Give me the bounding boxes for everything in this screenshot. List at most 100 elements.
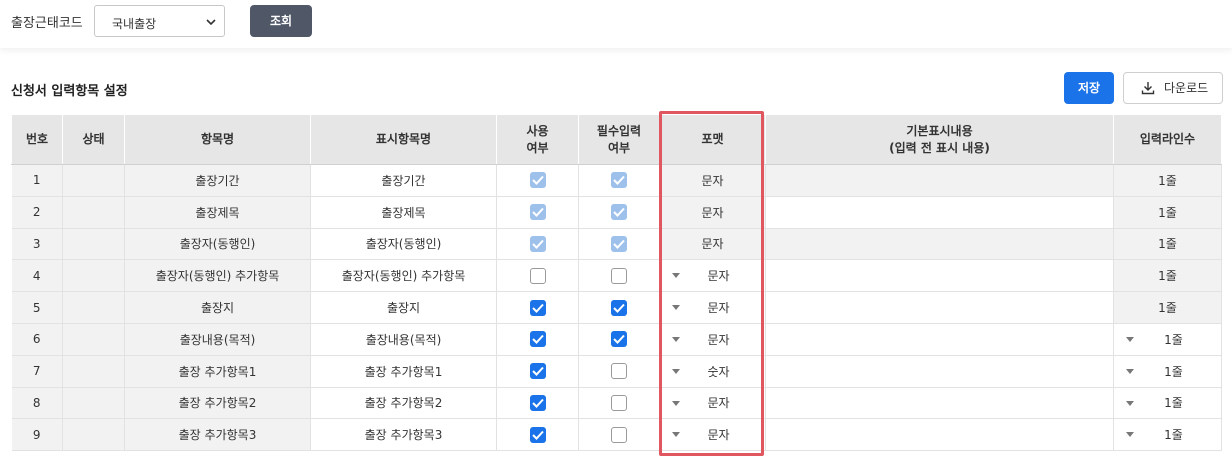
item-name: 출장자(동행인) bbox=[124, 228, 311, 261]
default-text-input[interactable] bbox=[765, 418, 1114, 452]
lines-select[interactable]: 1줄 bbox=[1113, 418, 1222, 452]
display-name-input[interactable]: 출장내용(목적) bbox=[310, 323, 497, 356]
default-text-input[interactable] bbox=[765, 291, 1114, 324]
use-checkbox bbox=[529, 235, 546, 252]
display-name-input[interactable]: 출장자(동행인) bbox=[310, 228, 497, 261]
required-cell bbox=[578, 355, 660, 388]
item-name: 출장 추가항목2 bbox=[124, 387, 311, 420]
table-row: 3 출장자(동행인) 출장자(동행인) 문자 1줄 bbox=[11, 228, 1222, 261]
format-value: 문자 bbox=[707, 301, 730, 316]
format-select[interactable]: 문자 bbox=[659, 323, 766, 356]
lines-select[interactable]: 1줄 bbox=[1113, 323, 1222, 356]
format-select[interactable]: 문자 bbox=[659, 259, 766, 293]
required-cell bbox=[578, 196, 660, 229]
row-status bbox=[62, 164, 125, 197]
lines-select[interactable]: 1줄 bbox=[1113, 387, 1222, 420]
format-value: 문자 bbox=[659, 164, 766, 197]
lines-value: 1줄 bbox=[1164, 332, 1183, 347]
use-cell bbox=[496, 259, 579, 293]
item-name: 출장내용(목적) bbox=[124, 323, 311, 356]
row-status bbox=[62, 291, 125, 324]
required-cell bbox=[578, 387, 660, 420]
required-checkbox[interactable] bbox=[611, 426, 627, 443]
use-checkbox[interactable] bbox=[529, 299, 546, 316]
required-checkbox[interactable] bbox=[611, 267, 627, 284]
row-status bbox=[62, 259, 125, 293]
item-name: 출장제목 bbox=[124, 196, 311, 229]
item-name: 출장자(동행인) 추가항목 bbox=[124, 259, 311, 293]
required-checkbox[interactable] bbox=[611, 331, 627, 348]
format-value: 문자 bbox=[659, 196, 766, 229]
download-icon bbox=[1141, 82, 1155, 95]
dropdown-arrow-icon bbox=[672, 273, 680, 279]
required-checkbox[interactable] bbox=[611, 299, 627, 316]
header-display-name: 표시항목명 bbox=[310, 114, 497, 165]
table-row: 9 출장 추가항목3 출장 추가항목3 문자 1줄 bbox=[11, 418, 1222, 452]
required-checkbox[interactable] bbox=[611, 394, 627, 411]
display-name-input[interactable]: 출장자(동행인) 추가항목 bbox=[310, 259, 497, 293]
table-row: 8 출장 추가항목2 출장 추가항목2 문자 1줄 bbox=[11, 387, 1222, 420]
table-row: 7 출장 추가항목1 출장 추가항목1 숫자 1줄 bbox=[11, 355, 1222, 388]
required-checkbox bbox=[611, 172, 627, 189]
table-row: 1 출장기간 출장기간 문자 1줄 bbox=[11, 164, 1222, 197]
search-button[interactable]: 조회 bbox=[250, 5, 312, 37]
lines-value: 1줄 bbox=[1164, 428, 1183, 443]
display-name-input[interactable]: 출장 추가항목1 bbox=[310, 355, 497, 388]
row-status bbox=[62, 323, 125, 356]
required-cell bbox=[578, 259, 660, 293]
header-lines: 입력라인수 bbox=[1113, 114, 1222, 165]
download-label: 다운로드 bbox=[1164, 81, 1209, 95]
use-cell bbox=[496, 355, 579, 388]
dropdown-arrow-icon bbox=[672, 305, 680, 311]
use-checkbox[interactable] bbox=[529, 267, 546, 284]
use-checkbox[interactable] bbox=[529, 363, 546, 380]
download-button[interactable]: 다운로드 bbox=[1123, 72, 1223, 104]
trip-code-select[interactable]: 국내출장 bbox=[94, 5, 225, 37]
dropdown-arrow-icon bbox=[1126, 368, 1134, 374]
dropdown-arrow-icon bbox=[1126, 400, 1134, 406]
use-cell bbox=[496, 323, 579, 356]
format-select[interactable]: 문자 bbox=[659, 418, 766, 452]
required-cell bbox=[578, 164, 660, 197]
save-button[interactable]: 저장 bbox=[1064, 72, 1114, 104]
section-title: 신청서 입력항목 설정 bbox=[11, 84, 128, 99]
table-body: 1 출장기간 출장기간 문자 1줄 2 출장제목 출장제목 문자 1줄 3 출장자(동행인) 출장자(동… bbox=[11, 164, 1222, 452]
format-value: 문자 bbox=[707, 332, 730, 347]
default-text-input[interactable] bbox=[765, 323, 1114, 356]
required-checkbox bbox=[611, 204, 627, 221]
default-text-input[interactable] bbox=[765, 259, 1114, 293]
row-number: 4 bbox=[11, 259, 63, 293]
format-select[interactable]: 문자 bbox=[659, 291, 766, 324]
format-select[interactable]: 숫자 bbox=[659, 355, 766, 388]
display-name-input[interactable]: 출장 추가항목3 bbox=[310, 418, 497, 452]
header-format: 포맷 bbox=[659, 114, 766, 165]
format-select[interactable]: 문자 bbox=[659, 387, 766, 420]
display-name-input[interactable]: 출장 추가항목2 bbox=[310, 387, 497, 420]
use-checkbox[interactable] bbox=[529, 426, 546, 443]
default-text-input[interactable] bbox=[765, 355, 1114, 388]
display-name-input[interactable]: 출장기간 bbox=[310, 164, 497, 197]
use-cell bbox=[496, 387, 579, 420]
default-text-input[interactable] bbox=[765, 196, 1114, 229]
use-checkbox bbox=[529, 172, 546, 189]
use-checkbox[interactable] bbox=[529, 331, 546, 348]
display-name-input[interactable]: 출장제목 bbox=[310, 196, 497, 229]
required-checkbox[interactable] bbox=[611, 363, 627, 380]
use-checkbox bbox=[529, 204, 546, 221]
table-row: 2 출장제목 출장제목 문자 1줄 bbox=[11, 196, 1222, 229]
header-use: 사용 여부 bbox=[496, 114, 579, 165]
row-status bbox=[62, 196, 125, 229]
header-required: 필수입력 여부 bbox=[578, 114, 660, 165]
use-checkbox[interactable] bbox=[529, 394, 546, 411]
dropdown-arrow-icon bbox=[672, 432, 680, 438]
default-text-input[interactable] bbox=[765, 387, 1114, 420]
lines-select[interactable]: 1줄 bbox=[1113, 355, 1222, 388]
display-name-input[interactable]: 출장지 bbox=[310, 291, 497, 324]
required-cell bbox=[578, 323, 660, 356]
dropdown-arrow-icon bbox=[672, 336, 680, 342]
header-default-text: 기본표시내용 (입력 전 표시 내용) bbox=[765, 114, 1114, 165]
lines-value: 1줄 bbox=[1164, 396, 1183, 411]
row-number: 2 bbox=[11, 196, 63, 229]
use-cell bbox=[496, 164, 579, 197]
header-status: 상태 bbox=[62, 114, 125, 165]
